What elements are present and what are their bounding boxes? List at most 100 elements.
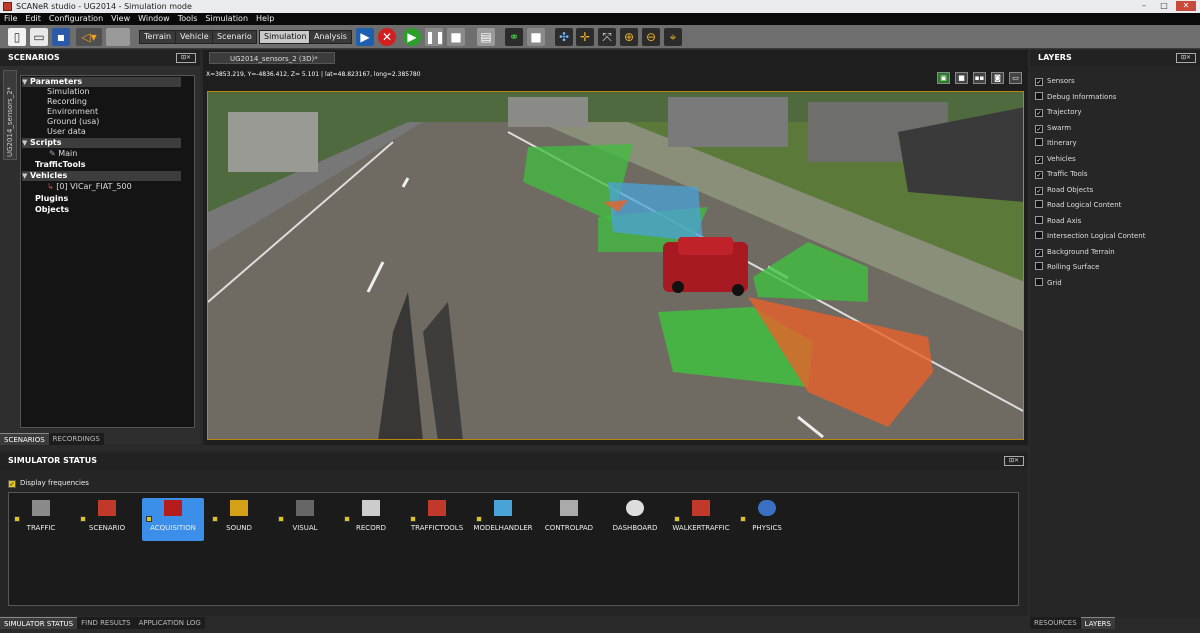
snapshot-icon[interactable]: ▤	[477, 28, 495, 46]
menu-help[interactable]: Help	[252, 13, 278, 25]
tree-item-traffictools[interactable]: TrafficTools	[35, 160, 85, 170]
tree-item-simulation[interactable]: Simulation	[47, 87, 90, 97]
3d-scene[interactable]	[207, 91, 1024, 440]
checkbox-icon[interactable]	[212, 516, 218, 522]
tab-find-results[interactable]: FIND RESULTS	[77, 617, 135, 629]
layer-road-axis[interactable]: Road Axis	[1035, 216, 1081, 226]
view-split-icon[interactable]: ▪▪	[973, 72, 986, 84]
record-stop-icon[interactable]: ■	[527, 28, 545, 46]
checkbox-icon[interactable]	[146, 516, 152, 522]
checkbox-icon[interactable]	[1035, 231, 1043, 239]
checkbox-checked-icon[interactable]: ✓	[1035, 109, 1043, 117]
tab-layers[interactable]: LAYERS	[1080, 617, 1115, 629]
stop-icon[interactable]: ■	[447, 28, 465, 46]
layer-rolling-surface[interactable]: Rolling Surface	[1035, 262, 1099, 272]
checkbox-icon[interactable]	[1035, 262, 1043, 270]
module-walkertraffic[interactable]: WALKERTRAFFIC	[670, 498, 732, 541]
tree-item-objects[interactable]: Objects	[35, 205, 69, 215]
layer-swarm[interactable]: ✓ Swarm	[1035, 123, 1071, 133]
scenario-mode-button[interactable]: Scenario	[212, 30, 257, 44]
layer-vehicles[interactable]: ✓ Vehicles	[1035, 154, 1076, 164]
redo-icon[interactable]	[106, 28, 130, 46]
target-icon[interactable]: ⌖	[664, 28, 682, 46]
layer-road-logical-content[interactable]: Road Logical Content	[1035, 200, 1121, 210]
view-tab[interactable]: UG2014_sensors_2 (3D)*	[209, 52, 335, 64]
checkbox-icon[interactable]	[1035, 278, 1043, 286]
tab-simulator-status[interactable]: SIMULATOR STATUS	[0, 617, 78, 629]
pause-icon[interactable]: ❚❚	[425, 28, 445, 46]
tab-resources[interactable]: RESOURCES	[1030, 617, 1081, 629]
menu-tools[interactable]: Tools	[174, 13, 202, 25]
module-controlpad[interactable]: CONTROLPAD	[538, 498, 600, 541]
tree-item-vehicle-0[interactable]: ↳ [0] VICar_FIAT_500	[47, 182, 132, 192]
tree-item-ground[interactable]: Ground (usa)	[47, 117, 99, 127]
undo-icon[interactable]: ◁▾	[76, 28, 102, 46]
tab-application-log[interactable]: APPLICATION LOG	[134, 617, 205, 629]
expand-triangle-icon[interactable]: ▼	[22, 77, 30, 87]
expand-triangle-icon[interactable]: ▼	[22, 138, 30, 148]
module-scenario[interactable]: SCENARIO	[76, 498, 138, 541]
tree-item-scripts[interactable]: ▼ Scripts	[22, 138, 181, 148]
view-mode-icon[interactable]: ▣	[937, 72, 950, 84]
tree-item-vehicles[interactable]: ▼ Vehicles	[22, 171, 181, 181]
checkbox-checked-icon[interactable]: ✓	[1035, 125, 1043, 133]
play-icon[interactable]: ▶	[403, 28, 421, 46]
layer-traffic-tools[interactable]: ✓ Traffic Tools	[1035, 169, 1088, 179]
checkbox-icon[interactable]	[1035, 200, 1043, 208]
checkbox-icon[interactable]	[1035, 92, 1043, 100]
expand-triangle-icon[interactable]: ▼	[22, 171, 30, 181]
checkbox-icon[interactable]	[410, 516, 416, 522]
tab-recordings[interactable]: RECORDINGS	[48, 433, 104, 445]
simulation-mode-button[interactable]: Simulation	[259, 30, 312, 44]
layer-background-terrain[interactable]: ✓ Background Terrain	[1035, 247, 1115, 257]
zoom-out-icon[interactable]: ⊖	[642, 28, 660, 46]
module-traffictools[interactable]: TRAFFICTOOLS	[406, 498, 468, 541]
new-file-icon[interactable]: ▯	[8, 28, 26, 46]
display-frequencies-toggle[interactable]: ✓ Display frequencies	[8, 479, 89, 488]
tab-scenarios[interactable]: SCENARIOS	[0, 433, 49, 445]
select-icon[interactable]: ✣	[555, 28, 573, 46]
tree-item-plugins[interactable]: Plugins	[35, 194, 68, 204]
scenario-file-tab[interactable]: UG2014_sensors_2*	[3, 70, 17, 160]
tree-item-user-data[interactable]: User data	[47, 127, 86, 137]
tree-item-recording[interactable]: Recording	[47, 97, 87, 107]
screen-icon[interactable]: ▭	[1009, 72, 1022, 84]
checkbox-checked-icon[interactable]: ✓	[1035, 249, 1043, 257]
layer-intersection-logical-content[interactable]: Intersection Logical Content	[1035, 231, 1145, 241]
menu-file[interactable]: File	[0, 13, 21, 25]
checkbox-icon[interactable]	[14, 516, 20, 522]
menu-configuration[interactable]: Configuration	[45, 13, 107, 25]
layer-itinerary[interactable]: Itinerary	[1035, 138, 1077, 148]
checkbox-icon[interactable]	[740, 516, 746, 522]
maximize-button[interactable]: □	[1156, 1, 1172, 11]
tree-item-environment[interactable]: Environment	[47, 107, 98, 117]
module-sound[interactable]: SOUND	[208, 498, 270, 541]
view-single-icon[interactable]: ■	[955, 72, 968, 84]
minimize-button[interactable]: –	[1136, 1, 1152, 11]
tree-item-parameters[interactable]: ▼ Parameters	[22, 77, 181, 87]
zoom-fit-icon[interactable]: ⤧	[598, 28, 616, 46]
zoom-in-icon[interactable]: ⊕	[620, 28, 638, 46]
checkbox-icon[interactable]	[476, 516, 482, 522]
module-modelhandler[interactable]: MODELHANDLER	[472, 498, 534, 541]
checkbox-icon[interactable]	[1035, 138, 1043, 146]
layer-grid[interactable]: Grid	[1035, 278, 1062, 288]
stop-all-icon[interactable]: ✕	[378, 28, 396, 46]
terrain-mode-button[interactable]: Terrain	[139, 30, 177, 44]
checkbox-checked-icon[interactable]: ✓	[1035, 171, 1043, 179]
checkbox-checked-icon[interactable]: ✓	[1035, 78, 1043, 86]
module-dashboard[interactable]: DASHBOARD	[604, 498, 666, 541]
checkbox-checked-icon[interactable]: ✓	[1035, 156, 1043, 164]
module-visual[interactable]: VISUAL	[274, 498, 336, 541]
module-traffic[interactable]: TRAFFIC	[10, 498, 72, 541]
panel-pin-icon[interactable]: ⊡✕	[1004, 456, 1024, 466]
menu-view[interactable]: View	[107, 13, 134, 25]
link-icon[interactable]: ⚭	[505, 28, 523, 46]
checkbox-icon[interactable]	[278, 516, 284, 522]
vehicle-mode-button[interactable]: Vehicle	[175, 30, 214, 44]
panel-pin-icon[interactable]: ⊡✕	[1176, 53, 1196, 63]
checkbox-checked-icon[interactable]: ✓	[1035, 187, 1043, 195]
open-folder-icon[interactable]: ▭	[30, 28, 48, 46]
launch-icon[interactable]: ▶	[356, 28, 374, 46]
panel-pin-icon[interactable]: ⊡✕	[176, 53, 196, 63]
